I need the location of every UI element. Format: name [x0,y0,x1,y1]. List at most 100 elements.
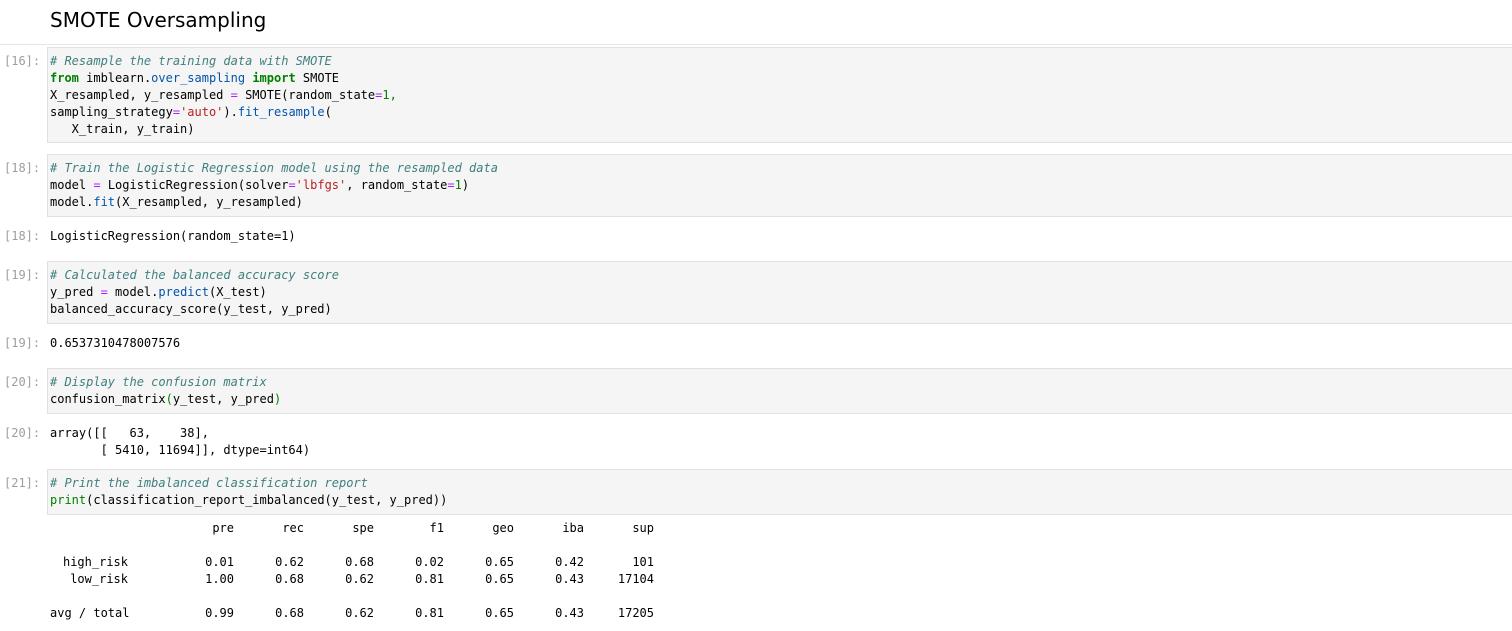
output-19: 0.6537310478007576 [50,336,181,350]
code-token: model [107,285,152,299]
code-input-16[interactable]: # Resample the training data with SMOTE f… [50,53,397,138]
code-line: from imblearn.over_sampling import SMOTE [50,70,397,87]
report-cell: 0.62 [275,555,304,569]
code-token: 1 [454,178,462,192]
code-token: fit [93,195,116,209]
code-line: model = LogisticRegression(solver='lbfgs… [50,177,498,194]
report-cell: spe [352,521,374,535]
section-heading: SMOTE Oversampling [50,8,267,32]
code-line: sampling_strategy='auto').fit_resample( [50,104,397,121]
report-cell: 0.62 [345,606,374,620]
code-line: # Train the Logistic Regression model us… [50,160,498,177]
code-line: # Display the confusion matrix [50,374,281,391]
code-token: = [288,178,296,192]
code-token: imblearn [78,71,144,85]
code-token: # Display the confusion matrix [50,375,267,389]
report-cell: geo [492,521,514,535]
report-row-label: avg / total [50,606,130,620]
report-cell: rec [282,521,304,535]
report-cell: 0.81 [415,572,444,586]
code-token: model [50,195,87,209]
report-row-label: high_risk [62,555,128,569]
code-token: from [50,71,79,85]
input-prompt-20: [20]: [4,375,41,389]
code-token: LogisticRegression(solver [100,178,289,192]
code-token: 'auto' [180,105,224,119]
code-token: = [172,105,181,119]
code-token: y_test, y_pred [172,392,274,406]
code-line: model.fit(X_resampled, y_resampled) [50,194,498,211]
code-token: = [100,285,108,299]
code-token: y_pred [50,285,101,299]
code-input-18[interactable]: # Train the Logistic Regression model us… [50,160,498,211]
code-line: X_resampled, y_resampled = SMOTE(random_… [50,87,397,104]
report-cell: 17104 [617,572,654,586]
report-cell: 0.01 [205,555,234,569]
code-line: # Calculated the balanced accuracy score [50,267,339,284]
code-token: X_resampled, y_resampled [50,88,231,102]
output-prompt-18: [18]: [4,229,41,243]
code-line: confusion_matrix(y_test, y_pred) [50,391,281,408]
output-prompt-19: [19]: [4,336,41,350]
report-cell: 0.81 [415,606,444,620]
code-line: X_train, y_train) [50,121,397,138]
report-cell: iba [562,521,584,535]
code-token: model [50,178,94,192]
report-cell: 0.65 [485,606,514,620]
code-input-20[interactable]: # Display the confusion matrix confusion_… [50,374,281,408]
code-token: (X_test) [208,285,267,299]
report-cell: 0.02 [415,555,444,569]
code-token: SMOTE [295,71,340,85]
code-line: balanced_accuracy_score(y_test, y_pred) [50,301,339,318]
code-input-21[interactable]: # Print the imbalanced classification re… [50,475,447,509]
input-prompt-18: [18]: [4,161,41,175]
code-token: sampling_strategy [50,105,173,119]
input-prompt-21: [21]: [4,476,41,490]
output-prompt-20: [20]: [4,426,41,440]
report-cell: 0.65 [485,555,514,569]
report-cell: pre [212,521,234,535]
code-token: (classification_report_imbalanced(y_test… [86,493,448,507]
code-token: # Resample the training data with SMOTE [50,54,332,68]
code-token: = [447,178,455,192]
code-token: = [93,178,101,192]
report-cell: 0.68 [275,572,304,586]
input-prompt-16: [16]: [4,54,41,68]
code-token: ) [461,178,470,192]
code-token: SMOTE(random_state [237,88,376,102]
code-token: X_train, y_train) [50,122,195,136]
code-token: balanced_accuracy_score(y_test, y_pred) [50,302,332,316]
report-cell: 101 [632,555,654,569]
code-token: = [230,88,238,102]
code-token: , random_state [346,178,448,192]
report-cell: 17205 [617,606,654,620]
code-line: print(classification_report_imbalanced(y… [50,492,447,509]
report-cell: 1.00 [205,572,234,586]
code-token: # Calculated the balanced accuracy score [50,268,339,282]
code-line: # Resample the training data with SMOTE [50,53,397,70]
report-cell: 0.62 [345,572,374,586]
report-cell: 0.65 [485,572,514,586]
code-input-19[interactable]: # Calculated the balanced accuracy score… [50,267,339,318]
code-token: over_sampling [151,71,246,85]
code-token: ( [165,392,173,406]
code-token: print [50,493,87,507]
report-cell: f1 [429,521,444,535]
code-token: import [252,71,296,85]
code-token: ). [223,105,238,119]
report-cell: 0.68 [345,555,374,569]
code-token: fit_resample [237,105,325,119]
heading-divider [0,44,1512,45]
code-token: confusion_matrix [50,392,166,406]
report-cell: 0.68 [275,606,304,620]
output-20: array([[ 63, 38], [ 5410, 11694]], dtype… [50,426,311,457]
report-row-label: low_risk [70,572,128,586]
code-token: # Print the imbalanced classification re… [50,476,368,490]
code-token: predict [158,285,209,299]
output-18: LogisticRegression(random_state=1) [50,229,296,243]
report-cell: 0.42 [555,555,584,569]
report-cell: sup [632,521,654,535]
report-cell: 0.43 [555,572,584,586]
code-line: # Print the imbalanced classification re… [50,475,447,492]
code-token: ( [324,105,332,119]
